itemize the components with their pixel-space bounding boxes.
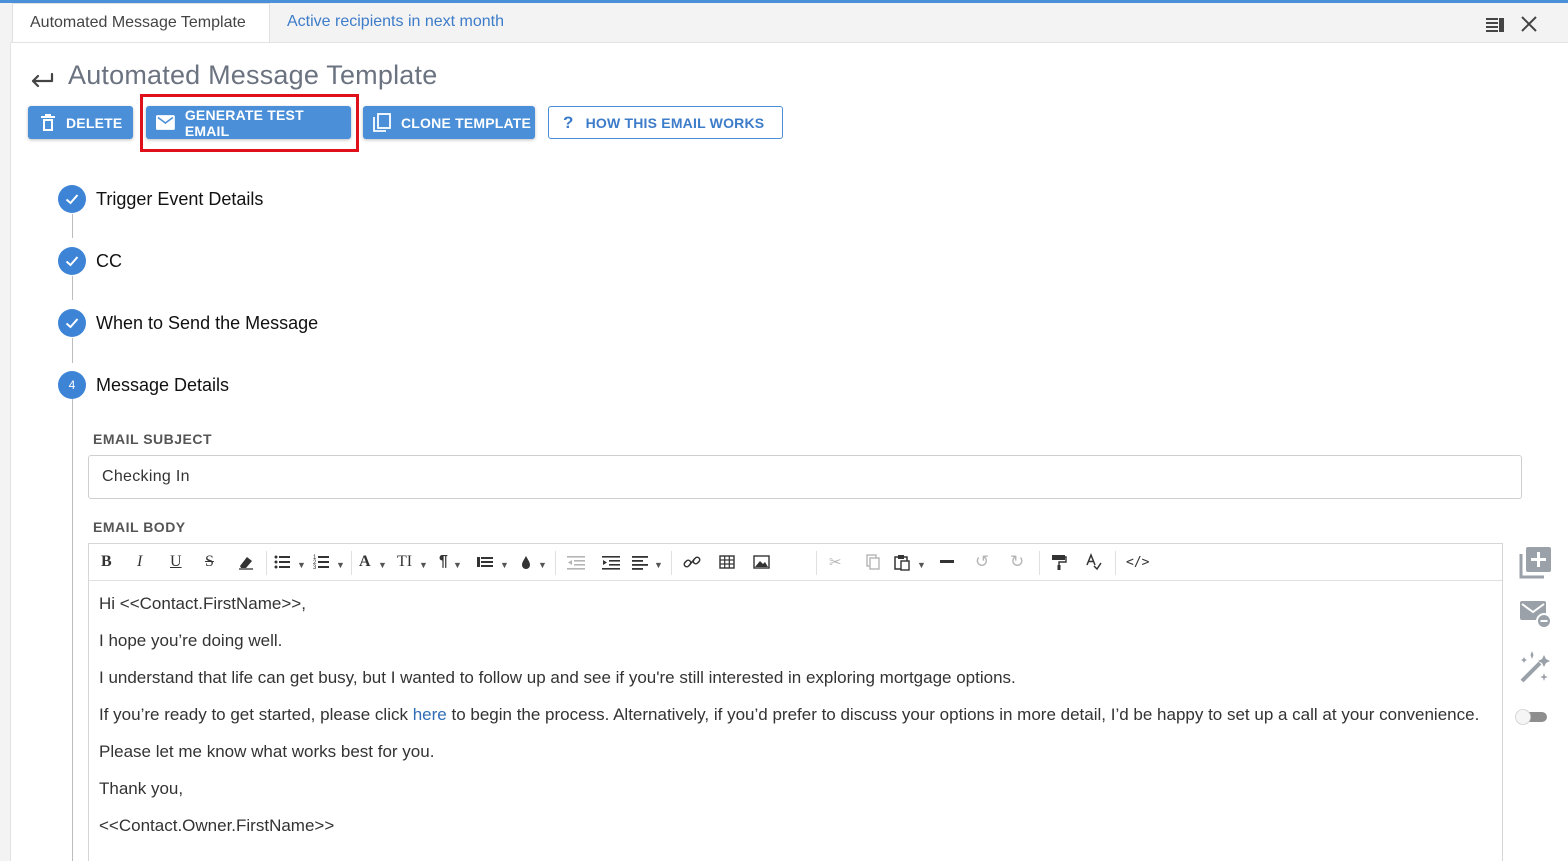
svg-text:3: 3	[313, 565, 317, 571]
align-icon[interactable]	[632, 552, 648, 572]
step-2-check-icon	[58, 247, 86, 275]
bullet-list-icon[interactable]	[274, 552, 290, 572]
page-title: Automated Message Template	[68, 60, 438, 90]
body-paragraph: Hi <<Contact.FirstName>>,	[99, 594, 306, 613]
body-paragraph: Please let me know what works best for y…	[99, 742, 435, 761]
step-connector	[72, 338, 73, 363]
step-1-check-icon	[58, 185, 86, 213]
copy-format-icon[interactable]	[866, 552, 880, 572]
step-connector	[72, 214, 73, 238]
numbered-list-icon[interactable]: 123	[313, 552, 329, 572]
how-label: HOW THIS EMAIL WORKS	[585, 114, 765, 131]
email-body-content[interactable]: Hi <<Contact.FirstName>>, I hope you’re …	[99, 592, 1489, 851]
chevron-down-icon[interactable]: ▼	[654, 555, 663, 575]
strikethrough-icon[interactable]: S	[205, 552, 214, 572]
paste-icon[interactable]	[894, 552, 910, 572]
chevron-down-icon[interactable]: ▼	[336, 555, 345, 575]
underline-icon[interactable]: U	[170, 552, 182, 572]
spellcheck-icon[interactable]	[1086, 552, 1102, 572]
text-color-icon[interactable]	[520, 552, 532, 572]
horizontal-line-icon[interactable]	[940, 560, 954, 563]
body-text-fragment: If you’re ready to get started, please c…	[99, 705, 413, 724]
table-icon[interactable]	[719, 552, 735, 572]
redo-icon[interactable]: ↻	[1010, 552, 1024, 572]
body-paragraph: If you’re ready to get started, please c…	[99, 703, 1489, 726]
chevron-down-icon[interactable]: ▼	[453, 555, 462, 575]
outdent-icon[interactable]	[567, 552, 585, 572]
tab-active-recipients[interactable]: Active recipients in next month	[271, 3, 520, 43]
split-view-icon[interactable]	[1485, 14, 1505, 34]
editor-toolbar: B I U S ▼ 123 ▼ A ▼ TI ▼ ¶ ▼ ▼ ▼ ▼ ✂ ▼ ↺…	[89, 544, 1502, 581]
font-size-icon[interactable]: TI	[397, 552, 412, 572]
undo-icon[interactable]: ↺	[975, 552, 989, 572]
step-connector	[72, 276, 73, 300]
how-this-email-works-button[interactable]: ? HOW THIS EMAIL WORKS	[548, 106, 783, 139]
eraser-icon[interactable]	[237, 552, 255, 572]
clone-template-button[interactable]: CLONE TEMPLATE	[363, 106, 535, 139]
chevron-down-icon[interactable]: ▼	[538, 555, 547, 575]
font-family-icon[interactable]: A	[359, 552, 371, 572]
indent-icon[interactable]	[602, 552, 620, 572]
chevron-down-icon[interactable]: ▼	[500, 555, 509, 575]
step-trigger-event-details[interactable]: Trigger Event Details	[96, 189, 263, 210]
cut-icon[interactable]: ✂	[829, 552, 842, 572]
body-paragraph: <<Contact.Owner.FirstName>>	[99, 816, 335, 835]
delete-label: DELETE	[66, 114, 123, 131]
format-painter-icon[interactable]	[1051, 552, 1067, 572]
step-3-check-icon	[58, 309, 86, 337]
email-subject-input[interactable]	[88, 455, 1522, 499]
image-icon[interactable]	[753, 552, 770, 572]
trash-icon	[41, 113, 55, 131]
add-field-icon[interactable]	[1518, 545, 1552, 579]
step-message-details[interactable]: Message Details	[96, 375, 229, 396]
step-when-to-send[interactable]: When to Send the Message	[96, 313, 318, 334]
mail-remove-icon[interactable]	[1518, 597, 1552, 631]
body-text-fragment: to begin the process. Alternatively, if …	[446, 705, 1480, 724]
email-body-editor[interactable]: B I U S ▼ 123 ▼ A ▼ TI ▼ ¶ ▼ ▼ ▼ ▼ ✂ ▼ ↺…	[88, 543, 1503, 861]
delete-button[interactable]: DELETE	[28, 106, 133, 139]
body-paragraph: Thank you,	[99, 779, 184, 798]
step-cc[interactable]: CC	[96, 251, 122, 272]
step-connector	[72, 399, 73, 861]
email-body-label: EMAIL BODY	[93, 519, 186, 535]
code-view-icon[interactable]: </>	[1126, 552, 1149, 572]
here-link[interactable]: here	[413, 705, 447, 724]
chevron-down-icon[interactable]: ▼	[419, 555, 428, 575]
back-arrow-icon[interactable]	[28, 66, 56, 94]
tab-automated-message-template[interactable]: Automated Message Template	[12, 3, 270, 43]
copy-icon	[373, 113, 391, 132]
clone-label: CLONE TEMPLATE	[401, 114, 532, 131]
chevron-down-icon[interactable]: ▼	[917, 555, 926, 575]
italic-icon[interactable]: I	[137, 552, 142, 572]
tab-bar: Automated Message Template Active recipi…	[0, 3, 1568, 43]
chevron-down-icon[interactable]: ▼	[297, 555, 306, 575]
close-icon[interactable]	[1519, 14, 1539, 34]
chevron-down-icon[interactable]: ▼	[378, 555, 387, 575]
highlight-box	[140, 94, 359, 152]
paragraph-style-icon[interactable]	[477, 552, 493, 572]
body-paragraph: I hope you’re doing well.	[99, 631, 283, 650]
step-4-number: 4	[58, 371, 86, 399]
bold-icon[interactable]: B	[101, 552, 112, 572]
question-icon: ?	[563, 112, 574, 132]
toggle-switch[interactable]	[1515, 709, 1547, 725]
email-subject-label: EMAIL SUBJECT	[93, 431, 213, 447]
body-paragraph: I understand that life can get busy, but…	[99, 668, 1016, 687]
paragraph-format-icon[interactable]: ¶	[439, 552, 448, 572]
link-icon[interactable]	[683, 552, 701, 572]
magic-wand-icon[interactable]	[1518, 649, 1552, 683]
